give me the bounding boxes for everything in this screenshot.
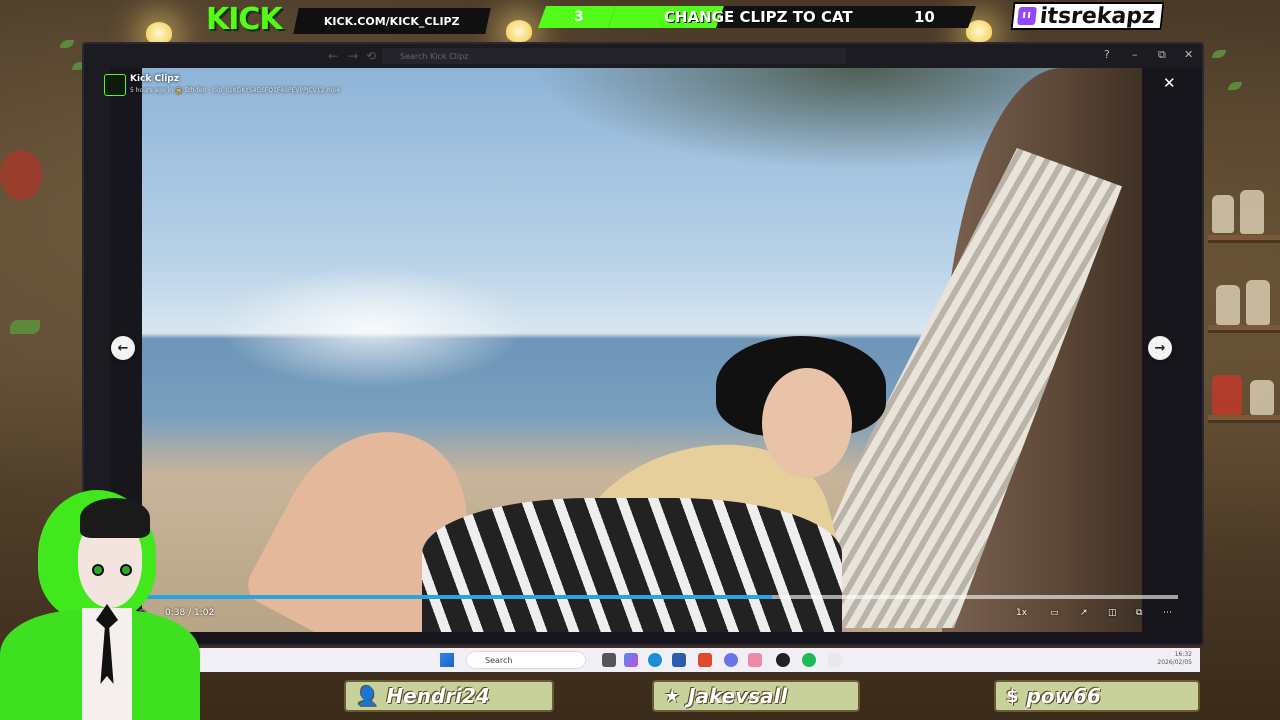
twitch-handle-badge: itsrekapz xyxy=(1010,2,1165,30)
slack-icon[interactable] xyxy=(828,653,842,667)
leaf xyxy=(1228,82,1242,90)
jar xyxy=(1250,380,1274,415)
task-view-icon[interactable] xyxy=(602,653,616,667)
taskbar-search[interactable]: Search xyxy=(466,651,586,669)
video-progress-bar[interactable] xyxy=(130,595,1178,599)
viewer-badge-follower: 👤 Hendri24 xyxy=(344,680,554,712)
leaf xyxy=(60,40,74,48)
jar xyxy=(1240,190,1264,234)
title-bar: ← → ⟲ Search Kick Clipz ? – ⧉ ✕ xyxy=(84,44,1202,68)
clip-meta: 5 hours ago in 🔒 5th-feb · clip_01KGKYS4… xyxy=(130,87,340,94)
shelf xyxy=(1208,235,1280,243)
media-viewer-window: ← → ⟲ Search Kick Clipz ? – ⧉ ✕ xyxy=(82,42,1204,646)
kick-url: KICK.COM/KICK_CLIPZ xyxy=(293,8,491,34)
channel-avatar[interactable] xyxy=(104,74,126,96)
window-close-button[interactable]: ✕ xyxy=(1184,48,1193,61)
app-icon[interactable] xyxy=(748,653,762,667)
kick-logo: KICK xyxy=(206,2,283,37)
clip-header: Kick Clipz 5 hours ago in 🔒 5th-feb · cl… xyxy=(104,72,504,100)
close-viewer-button[interactable]: ✕ xyxy=(1163,74,1176,92)
goal-label: CHANGE CLIPZ TO CAT xyxy=(664,8,853,26)
maximize-button[interactable]: ⧉ xyxy=(1158,48,1166,62)
viewer-badge-subscriber: ★ Jakevsall xyxy=(652,680,860,712)
captions-icon[interactable]: ▭ xyxy=(1050,608,1059,618)
speed-button[interactable]: 1x xyxy=(1016,608,1027,618)
discord-icon[interactable] xyxy=(724,653,738,667)
search-input[interactable]: Search Kick Clipz xyxy=(382,48,846,64)
goal-current-text: 3 xyxy=(574,9,584,25)
spotify-icon[interactable] xyxy=(802,653,816,667)
back-icon[interactable]: ← xyxy=(328,49,338,63)
copilot-icon[interactable] xyxy=(624,653,638,667)
shelf xyxy=(1208,415,1280,423)
share-icon[interactable]: ↗ xyxy=(1080,608,1088,618)
hanging-pot xyxy=(0,150,42,200)
taskbar-search-label: Search xyxy=(485,655,513,665)
pip-icon[interactable]: ⧉ xyxy=(1136,608,1142,618)
jar xyxy=(1212,375,1242,415)
star-icon: ★ xyxy=(664,685,681,707)
store-icon[interactable] xyxy=(672,653,686,667)
help-icon[interactable]: ? xyxy=(1104,48,1110,61)
video-progress-fill xyxy=(130,595,773,599)
avatar-bangs xyxy=(80,498,150,538)
minimize-button[interactable]: – xyxy=(1132,48,1138,61)
windows-taskbar: Search 16:32 2026/02/05 xyxy=(190,648,1200,672)
panel-icon[interactable]: ◫ xyxy=(1108,608,1117,618)
jar xyxy=(1216,285,1240,325)
light-bulb xyxy=(966,20,992,42)
jar xyxy=(1212,195,1234,233)
viewer-name: Jakevsall xyxy=(688,684,788,708)
forward-icon[interactable]: → xyxy=(348,49,358,63)
leaf xyxy=(10,320,40,334)
clock-time: 16:32 xyxy=(1174,651,1192,658)
user-icon: 👤 xyxy=(356,685,379,707)
brave-icon[interactable] xyxy=(698,653,712,667)
kick-url-text: KICK.COM/KICK_CLIPZ xyxy=(324,14,460,28)
taskbar-clock[interactable]: 16:32 2026/02/05 xyxy=(1157,651,1192,667)
next-clip-button[interactable]: → xyxy=(1148,336,1172,360)
twitch-handle: itsrekapz xyxy=(1038,3,1157,29)
goal-current: 3 xyxy=(537,6,621,28)
light-bulb xyxy=(146,22,172,44)
jar xyxy=(1246,280,1270,325)
edge-icon[interactable] xyxy=(648,653,662,667)
clock-date: 2026/02/05 xyxy=(1157,659,1192,666)
video-body xyxy=(422,498,842,632)
video-frame[interactable] xyxy=(142,68,1142,632)
dollar-icon: $ xyxy=(1006,685,1019,707)
more-options-icon[interactable]: ⋯ xyxy=(1163,608,1172,618)
shelf xyxy=(1208,325,1280,333)
video-face xyxy=(762,368,852,478)
viewer-name: pow66 xyxy=(1026,684,1101,708)
viewer-badge-donor: $ pow66 xyxy=(994,680,1200,712)
obs-icon[interactable] xyxy=(776,653,790,667)
viewer-name: Hendri24 xyxy=(386,684,490,708)
clip-channel[interactable]: Kick Clipz xyxy=(130,74,179,84)
goal-target: 10 xyxy=(914,8,935,26)
history-icon[interactable]: ⟲ xyxy=(366,49,376,63)
avatar-eye xyxy=(92,564,104,576)
start-icon[interactable] xyxy=(440,653,454,667)
search-placeholder: Search Kick Clipz xyxy=(400,51,469,61)
leaf xyxy=(1212,50,1226,58)
vtuber-avatar xyxy=(0,480,205,720)
previous-clip-button[interactable]: ← xyxy=(111,336,135,360)
twitch-icon xyxy=(1017,7,1037,25)
light-bulb xyxy=(506,20,532,42)
avatar-eye xyxy=(120,564,132,576)
